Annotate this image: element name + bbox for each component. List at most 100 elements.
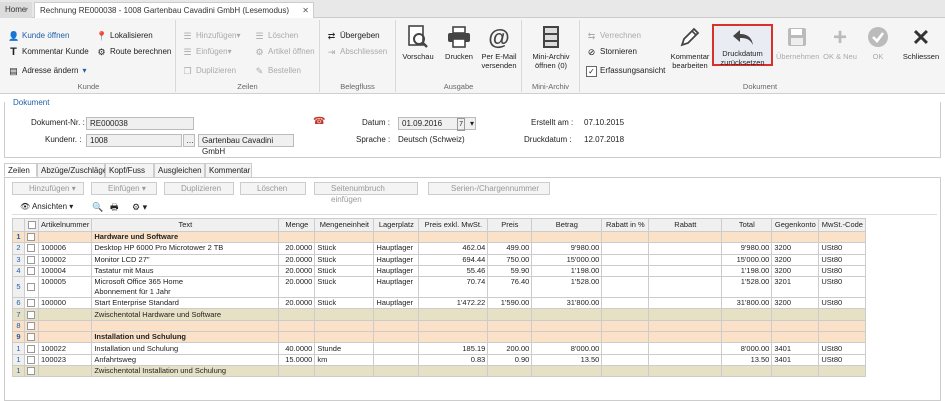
table-cell[interactable]: Stück	[314, 253, 375, 266]
line-insert-button[interactable]: Einfügen ▾	[91, 182, 157, 195]
table-cell[interactable]	[648, 276, 723, 299]
table-cell[interactable]	[373, 319, 420, 333]
table-cell[interactable]: 15'000.00	[721, 253, 773, 266]
table-cell[interactable]: 3200	[771, 242, 820, 255]
row-checkbox[interactable]	[24, 319, 39, 333]
table-cell[interactable]: 40.0000	[278, 342, 316, 355]
table-cell[interactable]	[721, 308, 773, 321]
row-checkbox[interactable]	[24, 342, 39, 355]
serial-number-button[interactable]: Serien-/Chargennummer	[428, 182, 550, 195]
custname-field[interactable]: Gartenbau Cavadini GmbH	[198, 134, 294, 156]
table-cell[interactable]: 3201	[771, 276, 820, 299]
table-cell[interactable]: 0.83	[418, 353, 489, 366]
custnr-lookup-button[interactable]: …	[183, 134, 195, 147]
tab-zeilen[interactable]: Zeilen	[4, 163, 37, 177]
table-cell[interactable]: 15'000.00	[531, 253, 603, 266]
table-cell[interactable]	[648, 353, 723, 366]
row-checkbox[interactable]	[24, 242, 39, 255]
table-cell[interactable]	[648, 364, 723, 378]
table-cell[interactable]	[648, 297, 723, 310]
row-checkbox[interactable]	[24, 276, 39, 299]
table-cell[interactable]: 8'000.00	[721, 342, 773, 355]
column-header[interactable]: Preis exkl. MwSt.	[418, 218, 489, 232]
table-cell[interactable]: 200.00	[487, 342, 533, 355]
table-row[interactable]: 7 Zwischentotal Hardware und Software	[12, 308, 867, 321]
column-header[interactable]: Mengeneinheit	[314, 218, 375, 232]
delete-line-button[interactable]: ☰ Löschen	[254, 29, 298, 43]
table-cell[interactable]	[771, 319, 820, 333]
table-cell[interactable]	[648, 264, 723, 278]
table-cell[interactable]	[373, 331, 420, 344]
table-cell[interactable]: Hauptlager	[373, 297, 420, 310]
close-icon[interactable]: ▾	[24, 2, 28, 17]
table-cell[interactable]: Microsoft Office 365 Home Abonnement für …	[91, 276, 280, 299]
column-header[interactable]: Rabatt	[648, 218, 723, 232]
table-cell[interactable]	[601, 276, 650, 299]
table-cell[interactable]: Monitor LCD 27"	[91, 253, 280, 266]
row-checkbox[interactable]	[24, 297, 39, 310]
calendar-icon[interactable]: 7	[457, 118, 465, 131]
table-cell[interactable]	[278, 319, 316, 333]
table-cell[interactable]: USt80	[818, 242, 867, 255]
table-cell[interactable]: Tastatur mit Maus	[91, 264, 280, 278]
table-cell[interactable]: Stück	[314, 242, 375, 255]
table-cell[interactable]: 55.46	[418, 264, 489, 278]
table-cell[interactable]	[818, 230, 867, 244]
table-cell[interactable]	[314, 331, 375, 344]
tab-document[interactable]: Rechnung RE000038 - 1008 Gartenbau Cavad…	[34, 2, 314, 18]
table-cell[interactable]	[771, 364, 820, 378]
table-cell[interactable]: Hardware und Software	[91, 230, 280, 244]
table-row[interactable]: 1 100023 Anfahrtsweg 15.0000 km 0.83 0.90 13.50…	[12, 353, 867, 366]
print-button[interactable]: Drucken	[440, 22, 478, 61]
custnr-field[interactable]: 1008	[86, 134, 182, 147]
table-cell[interactable]: 100005	[37, 276, 93, 299]
phone-icon[interactable]: ☎	[313, 116, 325, 128]
line-delete-button[interactable]: Löschen	[240, 182, 306, 195]
table-cell[interactable]	[721, 230, 773, 244]
table-cell[interactable]: 70.74	[418, 276, 489, 299]
insert-line-button[interactable]: ☰ Einfügen ▾	[182, 45, 231, 59]
preview-button[interactable]: Vorschau	[398, 22, 438, 61]
table-cell[interactable]: Hauptlager	[373, 242, 420, 255]
table-cell[interactable]: 100002	[37, 253, 93, 266]
miniarchive-button[interactable]: Mini-Archiv öffnen (0)	[524, 22, 578, 70]
table-cell[interactable]: 13.50	[721, 353, 773, 366]
column-header[interactable]: Text	[91, 218, 280, 232]
table-cell[interactable]	[418, 230, 489, 244]
table-cell[interactable]: 1'198.00	[531, 264, 603, 278]
date-field[interactable]: 01.09.2016 7 ▾	[398, 117, 476, 131]
table-cell[interactable]: 0.90	[487, 353, 533, 366]
table-cell[interactable]: USt80	[818, 353, 867, 366]
table-cell[interactable]	[487, 308, 533, 321]
column-header[interactable]: Menge	[278, 218, 316, 232]
table-cell[interactable]	[601, 364, 650, 378]
table-cell[interactable]	[37, 364, 93, 378]
table-cell[interactable]	[648, 308, 723, 321]
table-cell[interactable]	[648, 253, 723, 266]
row-checkbox[interactable]	[24, 230, 39, 244]
table-cell[interactable]: 8'000.00	[531, 342, 603, 355]
table-cell[interactable]: Installation und Schulung	[91, 331, 280, 344]
table-cell[interactable]: 100023	[37, 353, 93, 366]
table-cell[interactable]	[418, 308, 489, 321]
table-cell[interactable]: 185.19	[418, 342, 489, 355]
table-cell[interactable]: Stück	[314, 264, 375, 278]
row-checkbox[interactable]	[24, 264, 39, 278]
table-cell[interactable]: km	[314, 353, 375, 366]
settings-gear-icon[interactable]: ⚙ ▾	[132, 201, 147, 213]
table-cell[interactable]	[771, 308, 820, 321]
table-row[interactable]: 2 100006 Desktop HP 6000 Pro Microtower 2 …	[12, 242, 867, 255]
table-cell[interactable]	[487, 230, 533, 244]
ok-button[interactable]: OK	[862, 22, 894, 61]
row-checkbox[interactable]	[24, 253, 39, 266]
table-cell[interactable]: 20.0000	[278, 297, 316, 310]
email-button[interactable]: @ Per E-Mail versenden	[478, 22, 520, 70]
select-all-checkbox[interactable]	[24, 218, 39, 232]
table-cell[interactable]: Desktop HP 6000 Pro Microtower 2 TB	[91, 242, 280, 255]
table-cell[interactable]	[721, 364, 773, 378]
duplicate-line-button[interactable]: ❐ Duplizieren	[182, 64, 236, 78]
table-cell[interactable]: Hauptlager	[373, 264, 420, 278]
table-cell[interactable]: USt80	[818, 276, 867, 299]
ok-new-button[interactable]: + OK & Neu	[820, 22, 860, 61]
tab-kopf-fuss[interactable]: Kopf/Fuss	[105, 163, 154, 177]
